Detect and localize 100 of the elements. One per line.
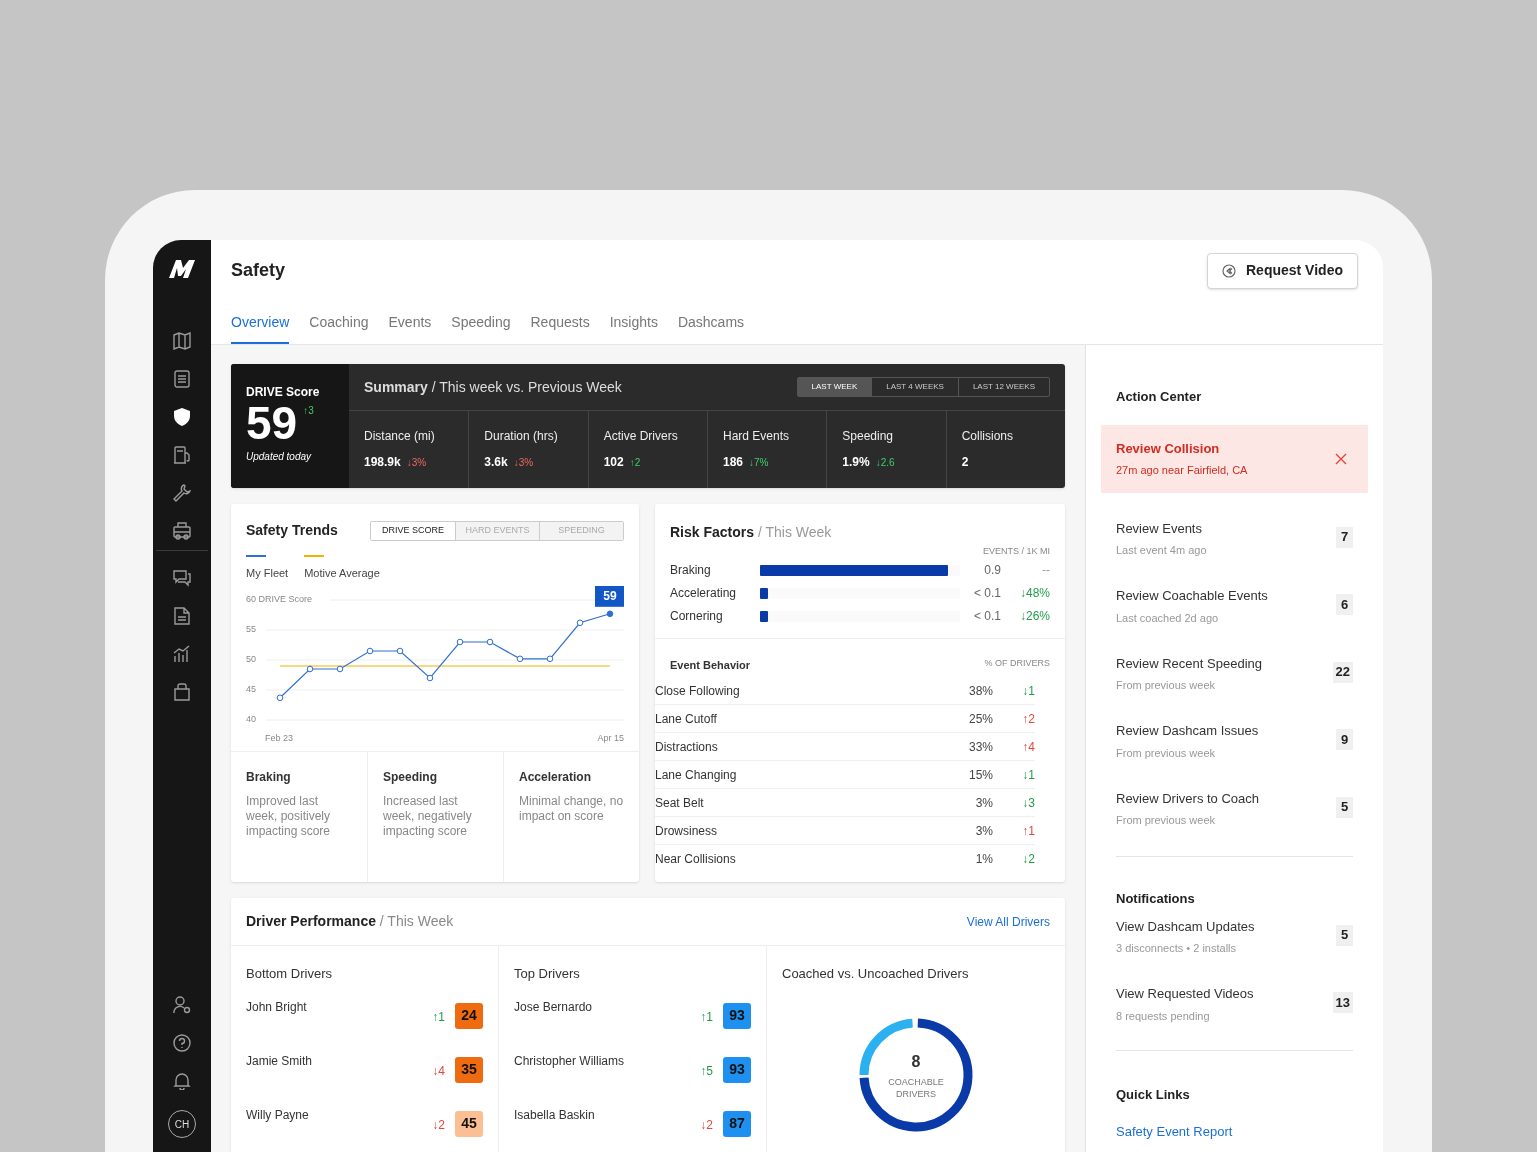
- driver-name: Jamie Smith: [246, 1052, 314, 1070]
- value-tag: 59: [595, 585, 624, 607]
- behavior-label: Close Following: [655, 682, 741, 700]
- page-title: Safety: [231, 259, 286, 282]
- stat-change: ↓2.6: [875, 456, 895, 470]
- driver-name: John Bright: [246, 998, 308, 1016]
- factor-label: Cornering: [670, 608, 724, 625]
- item-subtitle: 8 requests pending: [1116, 1008, 1211, 1024]
- count-badge: 9: [1336, 729, 1353, 750]
- score-change: ↓2: [432, 1116, 445, 1134]
- item-title: Review Dashcam Issues: [1116, 722, 1259, 740]
- driver-name: Willy Payne: [246, 1106, 310, 1124]
- legend-label: My Fleet: [246, 566, 289, 581]
- summary-title: Summary / This week vs. Previous Week: [364, 377, 622, 397]
- stat-label: Active Drivers: [603, 428, 679, 445]
- behavior-label: Distractions: [655, 738, 719, 756]
- insight-text: Minimal change, no impact on score: [519, 794, 624, 824]
- count-badge: 22: [1332, 661, 1353, 683]
- column-title: Top Drivers: [514, 965, 581, 983]
- score-label: DRIVE Score: [246, 384, 321, 401]
- stat-label: Speeding: [842, 428, 895, 445]
- behavior-change: ↑2: [1021, 710, 1035, 728]
- behavior-change: ↓2: [1021, 851, 1035, 868]
- behavior-value: 25%: [967, 710, 993, 728]
- behavior-value: 38%: [967, 682, 993, 700]
- behavior-value: 15%: [967, 766, 993, 784]
- item-title: View Dashcam Updates: [1116, 917, 1255, 936]
- axis-tick-label: 50: [246, 653, 256, 664]
- score-change: ↓4: [432, 1062, 445, 1080]
- item-subtitle: 27m ago near Fairfield, CA: [1116, 463, 1248, 478]
- section-title: Quick Links: [1116, 1085, 1191, 1104]
- insight-title: Braking: [246, 769, 292, 786]
- item-title: Review Recent Speeding: [1116, 654, 1262, 673]
- stat-value: 3.6k: [484, 454, 508, 471]
- stat-change: ↓3%: [406, 456, 427, 470]
- item-subtitle: From previous week: [1116, 745, 1217, 761]
- count-badge: 5: [1336, 924, 1353, 946]
- score-change: ↑1: [700, 1008, 713, 1026]
- stat-label: Distance (mi): [364, 428, 436, 445]
- score-change: ↑3: [303, 404, 314, 418]
- item-subtitle: From previous week: [1116, 678, 1217, 693]
- count-badge: 5: [1336, 796, 1353, 818]
- donut-label: COACHABLE DRIVERS: [887, 1075, 945, 1100]
- axis-label: Feb 23: [265, 731, 294, 745]
- donut-value: 8: [911, 1051, 921, 1072]
- item-title: Review Events: [1116, 519, 1203, 538]
- column-title: Bottom Drivers: [246, 965, 333, 983]
- section-title: Action Center: [1116, 388, 1203, 406]
- column-header: % OF DRIVERS: [984, 656, 1050, 670]
- behavior-label: Lane Changing: [655, 766, 738, 784]
- item-title: Review Coachable Events: [1116, 587, 1268, 605]
- axis-tick-label: 60 DRIVE Score: [246, 593, 313, 604]
- drive-score: 59: [246, 401, 298, 445]
- item-subtitle: Last coached 2d ago: [1116, 610, 1220, 626]
- card-title: Driver Performance / This Week: [246, 912, 454, 931]
- insight-text: Improved last week, positively impacting score: [246, 794, 332, 839]
- stat-change: ↑2: [629, 456, 641, 470]
- insight-title: Speeding: [383, 769, 438, 786]
- stat-label: Duration (hrs): [484, 428, 559, 445]
- stat-value: 1.9%: [842, 454, 870, 471]
- behavior-label: Near Collisions: [655, 851, 737, 868]
- item-subtitle: Last event 4m ago: [1116, 543, 1207, 558]
- behavior-change: ↑1: [1021, 822, 1035, 840]
- factor-label: Braking: [670, 562, 712, 579]
- section-title: Notifications: [1116, 890, 1196, 908]
- factor-value: < 0.1: [972, 585, 1001, 602]
- stat-label: Collisions: [961, 428, 1014, 445]
- score-badge: 87: [723, 1110, 751, 1137]
- insight-text: Increased last week, negatively impacting score: [383, 794, 473, 839]
- stat-value: 198.9k: [364, 454, 401, 471]
- behavior-value: 3%: [974, 822, 993, 840]
- factor-change: ↓26%: [1018, 608, 1050, 625]
- score-badge: 24: [455, 1002, 483, 1029]
- score-badge: 45: [455, 1110, 483, 1137]
- behavior-change: ↓1: [1021, 682, 1035, 700]
- stat-label: Hard Events: [723, 428, 791, 445]
- score-change: ↑5: [700, 1062, 713, 1080]
- insight-title: Acceleration: [519, 769, 593, 786]
- behavior-label: Drowsiness: [655, 822, 718, 840]
- factor-value: < 0.1: [972, 608, 1001, 625]
- stat-value: 102: [603, 454, 624, 471]
- section-title: Event Behavior: [670, 657, 751, 673]
- column-header: EVENTS / 1K MI: [982, 545, 1050, 558]
- card-title: Risk Factors / This Week: [670, 523, 833, 542]
- count-badge: 7: [1336, 526, 1353, 548]
- behavior-change: ↓3: [1021, 794, 1035, 812]
- score-badge: 93: [723, 1056, 751, 1083]
- stat-value: 186: [723, 454, 744, 471]
- item-title: Review Drivers to Coach: [1116, 789, 1260, 808]
- factor-label: Accelerating: [670, 585, 738, 602]
- stat-change: ↓3%: [513, 456, 534, 470]
- updated-text: Updated today: [246, 450, 313, 464]
- behavior-label: Seat Belt: [655, 794, 705, 812]
- annotation: 59: [603, 588, 617, 603]
- factor-value: 0.9: [983, 562, 1001, 579]
- column-title: Coached vs. Uncoached Drivers: [782, 965, 969, 983]
- behavior-value: 3%: [974, 794, 993, 812]
- score-change: ↓2: [700, 1116, 713, 1134]
- axis-label: Apr 15: [597, 731, 624, 745]
- behavior-change: ↑4: [1021, 738, 1035, 756]
